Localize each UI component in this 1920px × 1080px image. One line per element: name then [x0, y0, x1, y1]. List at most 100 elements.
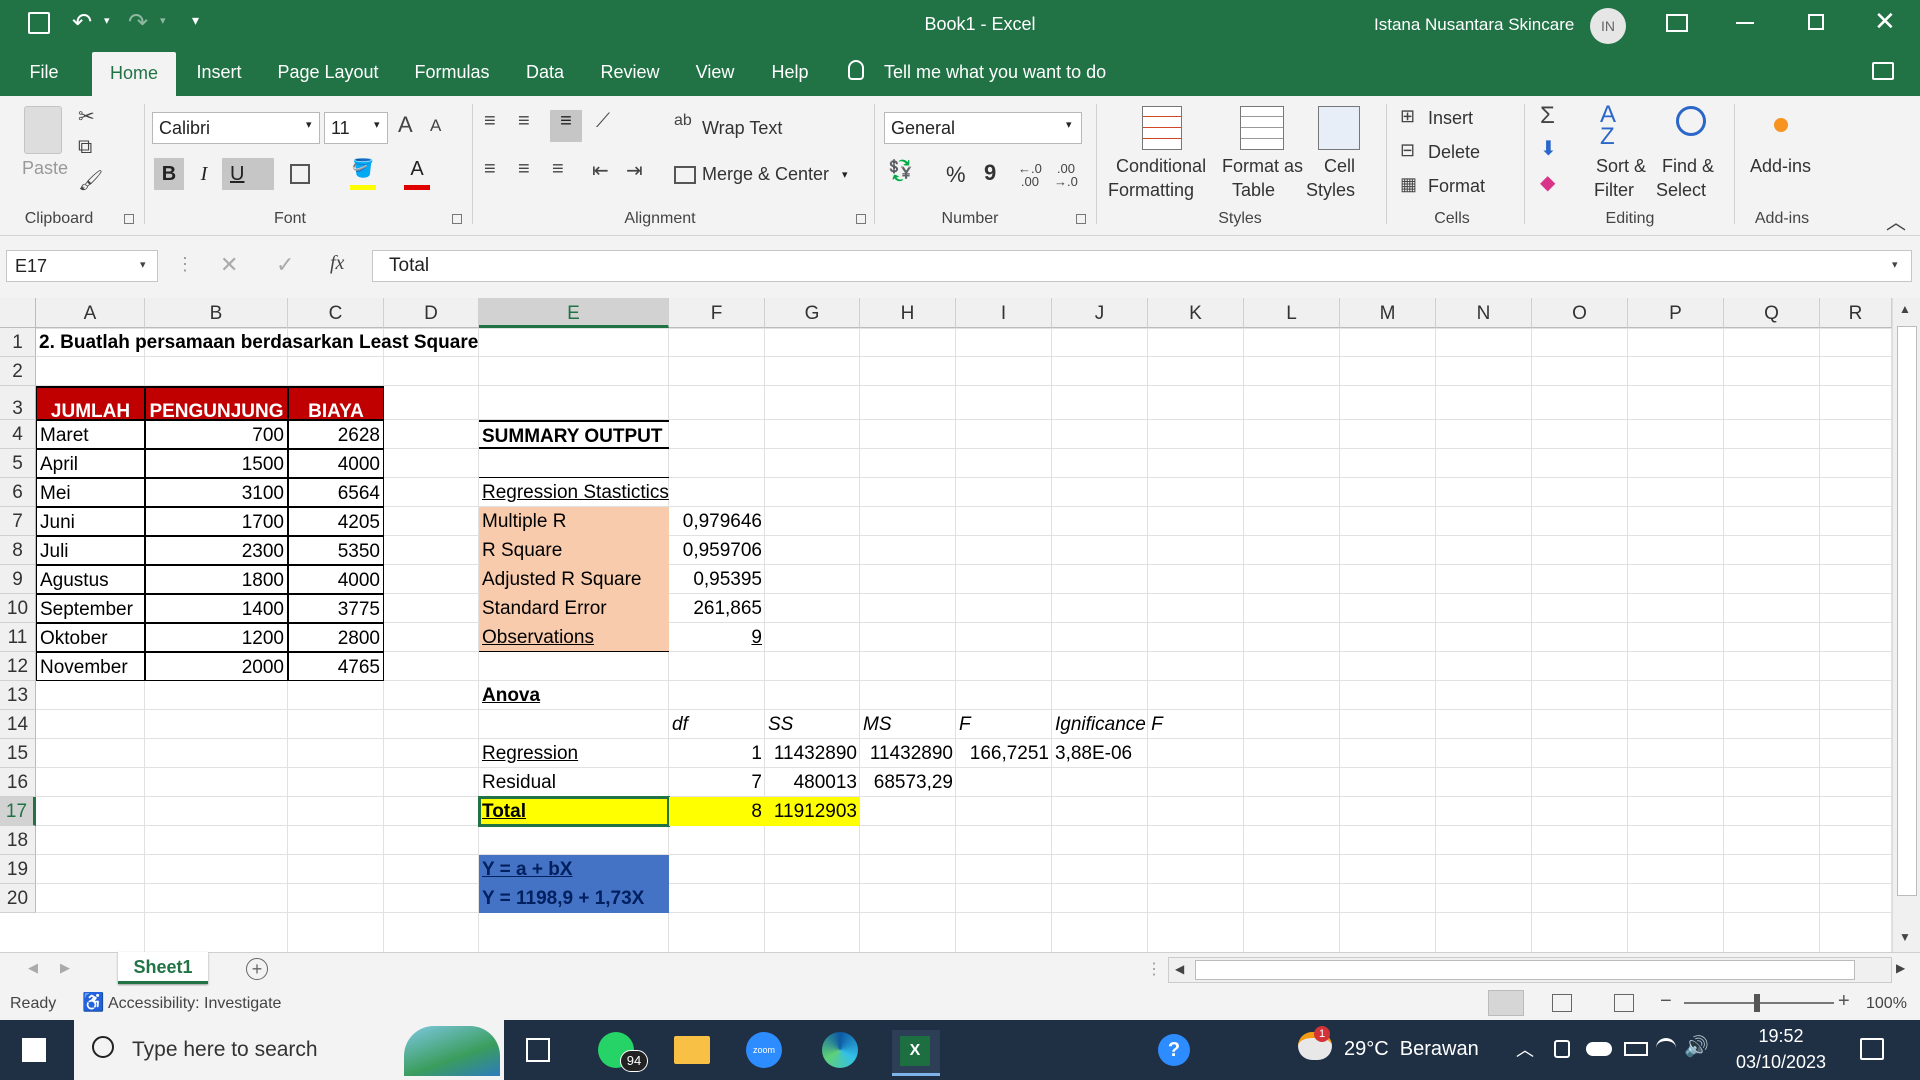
column-header-f[interactable]: F: [669, 298, 765, 328]
stat-value[interactable]: 261,865: [669, 594, 765, 623]
clock-date[interactable]: 03/10/2023: [1726, 1052, 1836, 1073]
conditional-formatting-icon[interactable]: [1142, 106, 1182, 150]
row-header-7[interactable]: 7: [0, 507, 36, 536]
minimize-icon[interactable]: [1736, 22, 1754, 24]
anova-cell-h[interactable]: 11432890: [860, 739, 956, 768]
undo-dropdown-icon[interactable]: ▾: [104, 14, 110, 27]
column-header-l[interactable]: L: [1244, 298, 1340, 328]
row-header-5[interactable]: 5: [0, 449, 36, 478]
bottom-align-icon[interactable]: ≡: [550, 110, 582, 142]
table-row-month[interactable]: Juni: [36, 507, 145, 536]
row-header-4[interactable]: 4: [0, 420, 36, 449]
delete-cells-button[interactable]: Delete: [1428, 142, 1480, 163]
scroll-up-icon[interactable]: ▲: [1899, 302, 1911, 316]
table-header-a[interactable]: JUMLAH: [36, 386, 145, 422]
tab-help[interactable]: Help: [762, 48, 818, 96]
clock-time[interactable]: 19:52: [1726, 1026, 1836, 1047]
format-cells-icon[interactable]: ▦: [1400, 174, 1417, 195]
anova-cell-g[interactable]: 11432890: [765, 739, 860, 768]
align-center-icon[interactable]: ≡: [518, 158, 530, 181]
table-row-month[interactable]: Maret: [36, 420, 145, 449]
avatar[interactable]: IN: [1590, 8, 1626, 44]
vertical-scrollbar[interactable]: ▲ ▼: [1892, 298, 1920, 952]
number-format-combo[interactable]: General: [884, 112, 1082, 144]
font-color-icon[interactable]: A: [404, 158, 430, 190]
wrap-text-button[interactable]: Wrap Text: [702, 118, 782, 139]
sort-filter-icon[interactable]: AZ: [1600, 103, 1616, 149]
anova-header-g[interactable]: SS: [765, 710, 860, 739]
row-header-1[interactable]: 1: [0, 328, 36, 357]
table-header-b[interactable]: PENGUNJUNG: [145, 386, 288, 422]
table-row-month[interactable]: Agustus: [36, 565, 145, 594]
row-header-8[interactable]: 8: [0, 536, 36, 565]
number-launcher-icon[interactable]: [1076, 214, 1086, 224]
file-explorer-icon[interactable]: [674, 1036, 710, 1064]
zoom-level[interactable]: 100%: [1866, 995, 1907, 1013]
enter-icon[interactable]: ✓: [276, 252, 294, 278]
table-row-month[interactable]: Juli: [36, 536, 145, 565]
anova-cell-g[interactable]: 480013: [765, 768, 860, 797]
top-align-icon[interactable]: ≡: [484, 110, 496, 133]
column-header-h[interactable]: H: [860, 298, 956, 328]
new-sheet-icon[interactable]: +: [246, 958, 268, 980]
anova-cell-j[interactable]: 3,88E-06: [1052, 739, 1148, 768]
select-all-corner[interactable]: [0, 298, 36, 328]
taskbar-search-box[interactable]: Type here to search: [74, 1020, 504, 1080]
taskbar-search-placeholder[interactable]: Type here to search: [132, 1038, 318, 1062]
paste-button[interactable]: Paste: [22, 158, 68, 179]
table-row-month[interactable]: Oktober: [36, 623, 145, 652]
save-icon[interactable]: [28, 12, 50, 34]
table-row-visitors[interactable]: 700: [145, 420, 288, 449]
summary-output-label[interactable]: SUMMARY OUTPUT: [479, 420, 669, 449]
table-row-cost[interactable]: 3775: [288, 594, 384, 623]
onedrive-icon[interactable]: [1586, 1042, 1612, 1056]
name-box-dropdown-icon[interactable]: ▾: [140, 258, 146, 271]
meet-now-icon[interactable]: [1554, 1040, 1570, 1058]
row-header-11[interactable]: 11: [0, 623, 36, 652]
zoom-app-icon[interactable]: zoom: [746, 1032, 782, 1068]
table-row-month[interactable]: November: [36, 652, 145, 681]
addins-icon[interactable]: [1774, 118, 1788, 132]
anova-header-j[interactable]: Ignificance F: [1052, 710, 1244, 739]
decrease-font-icon[interactable]: A: [430, 116, 441, 136]
paste-icon[interactable]: [24, 106, 62, 154]
collapse-ribbon-icon[interactable]: ︿: [1886, 206, 1906, 235]
underline-button[interactable]: U: [222, 158, 274, 190]
table-row-month[interactable]: September: [36, 594, 145, 623]
formula-input[interactable]: Total: [372, 250, 1912, 282]
column-header-i[interactable]: I: [956, 298, 1052, 328]
bold-button[interactable]: B: [154, 158, 184, 190]
borders-icon[interactable]: [290, 164, 310, 184]
column-header-c[interactable]: C: [288, 298, 384, 328]
row-header-10[interactable]: 10: [0, 594, 36, 623]
table-row-visitors[interactable]: 1200: [145, 623, 288, 652]
row-header-13[interactable]: 13: [0, 681, 36, 710]
number-format-dropdown-icon[interactable]: ▾: [1066, 118, 1072, 131]
column-header-b[interactable]: B: [145, 298, 288, 328]
table-row-visitors[interactable]: 2300: [145, 536, 288, 565]
next-sheet-icon[interactable]: ▶: [60, 960, 70, 976]
volume-icon[interactable]: 🔊: [1684, 1034, 1709, 1059]
anova-cell-g[interactable]: 11912903: [765, 797, 860, 826]
find-select-icon[interactable]: [1676, 106, 1706, 136]
battery-icon[interactable]: [1624, 1042, 1648, 1056]
tab-data[interactable]: Data: [518, 48, 572, 96]
table-row-month[interactable]: Mei: [36, 478, 145, 507]
addins-button[interactable]: Add-ins: [1750, 156, 1811, 177]
row-header-20[interactable]: 20: [0, 884, 36, 913]
column-header-q[interactable]: Q: [1724, 298, 1820, 328]
comma-style-button[interactable]: 9: [984, 160, 996, 186]
alignment-launcher-icon[interactable]: [856, 214, 866, 224]
anova-header-h[interactable]: MS: [860, 710, 956, 739]
weather-text[interactable]: 29°C Berawan: [1344, 1038, 1479, 1061]
name-box[interactable]: E17: [6, 250, 158, 282]
increase-decimal-icon[interactable]: ←.0.00: [1018, 162, 1042, 188]
insert-function-icon[interactable]: fx: [330, 252, 344, 275]
delete-cells-icon[interactable]: ⊟: [1400, 140, 1415, 161]
page-layout-view-icon[interactable]: [1552, 994, 1572, 1012]
tab-file[interactable]: File: [14, 48, 74, 96]
notifications-icon[interactable]: [1860, 1038, 1884, 1060]
column-header-k[interactable]: K: [1148, 298, 1244, 328]
ribbon-display-options-icon[interactable]: [1666, 14, 1688, 32]
table-header-c[interactable]: BIAYA: [288, 386, 384, 422]
